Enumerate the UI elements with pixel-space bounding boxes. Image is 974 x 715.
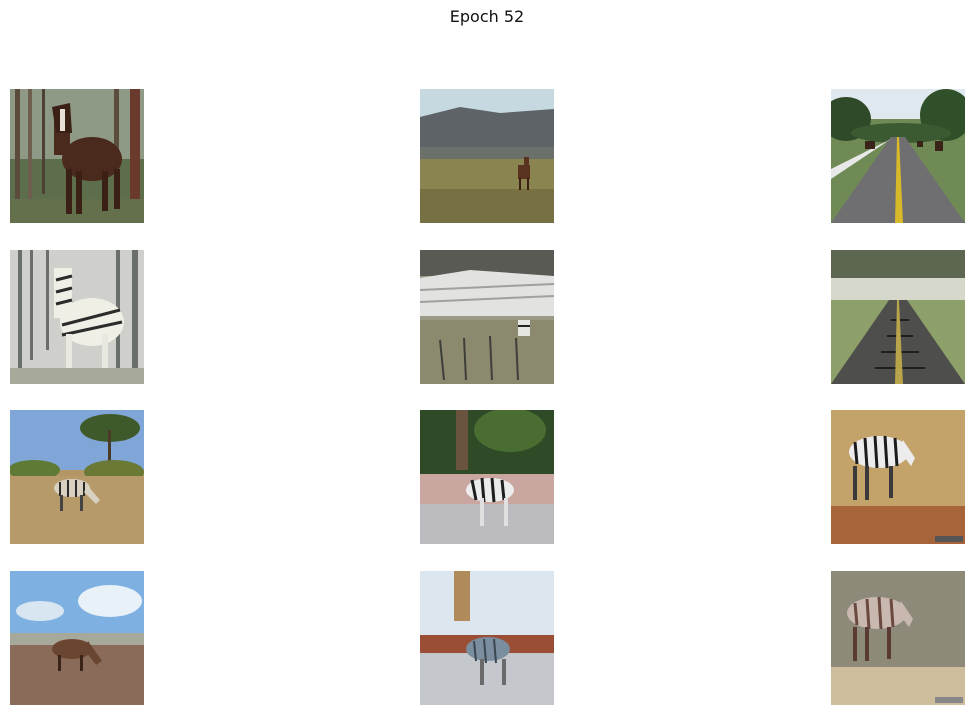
image-horses-road <box>831 89 965 223</box>
image-generated-horse-savanna <box>10 571 144 705</box>
image-generated-horse-dry-grass <box>831 571 965 705</box>
image-generated-zebra-forest <box>10 250 144 384</box>
image-zebra-dry-grass <box>831 410 965 544</box>
image-horse-forest <box>10 89 144 223</box>
image-zebra-savanna <box>10 410 144 544</box>
image-horse-plain <box>420 89 554 223</box>
image-generated-horse-enclosure <box>420 571 554 705</box>
image-generated-zebra-road <box>831 250 965 384</box>
figure-title: Epoch 52 <box>449 7 525 26</box>
image-generated-zebra-plain <box>420 250 554 384</box>
image-zebra-enclosure <box>420 410 554 544</box>
